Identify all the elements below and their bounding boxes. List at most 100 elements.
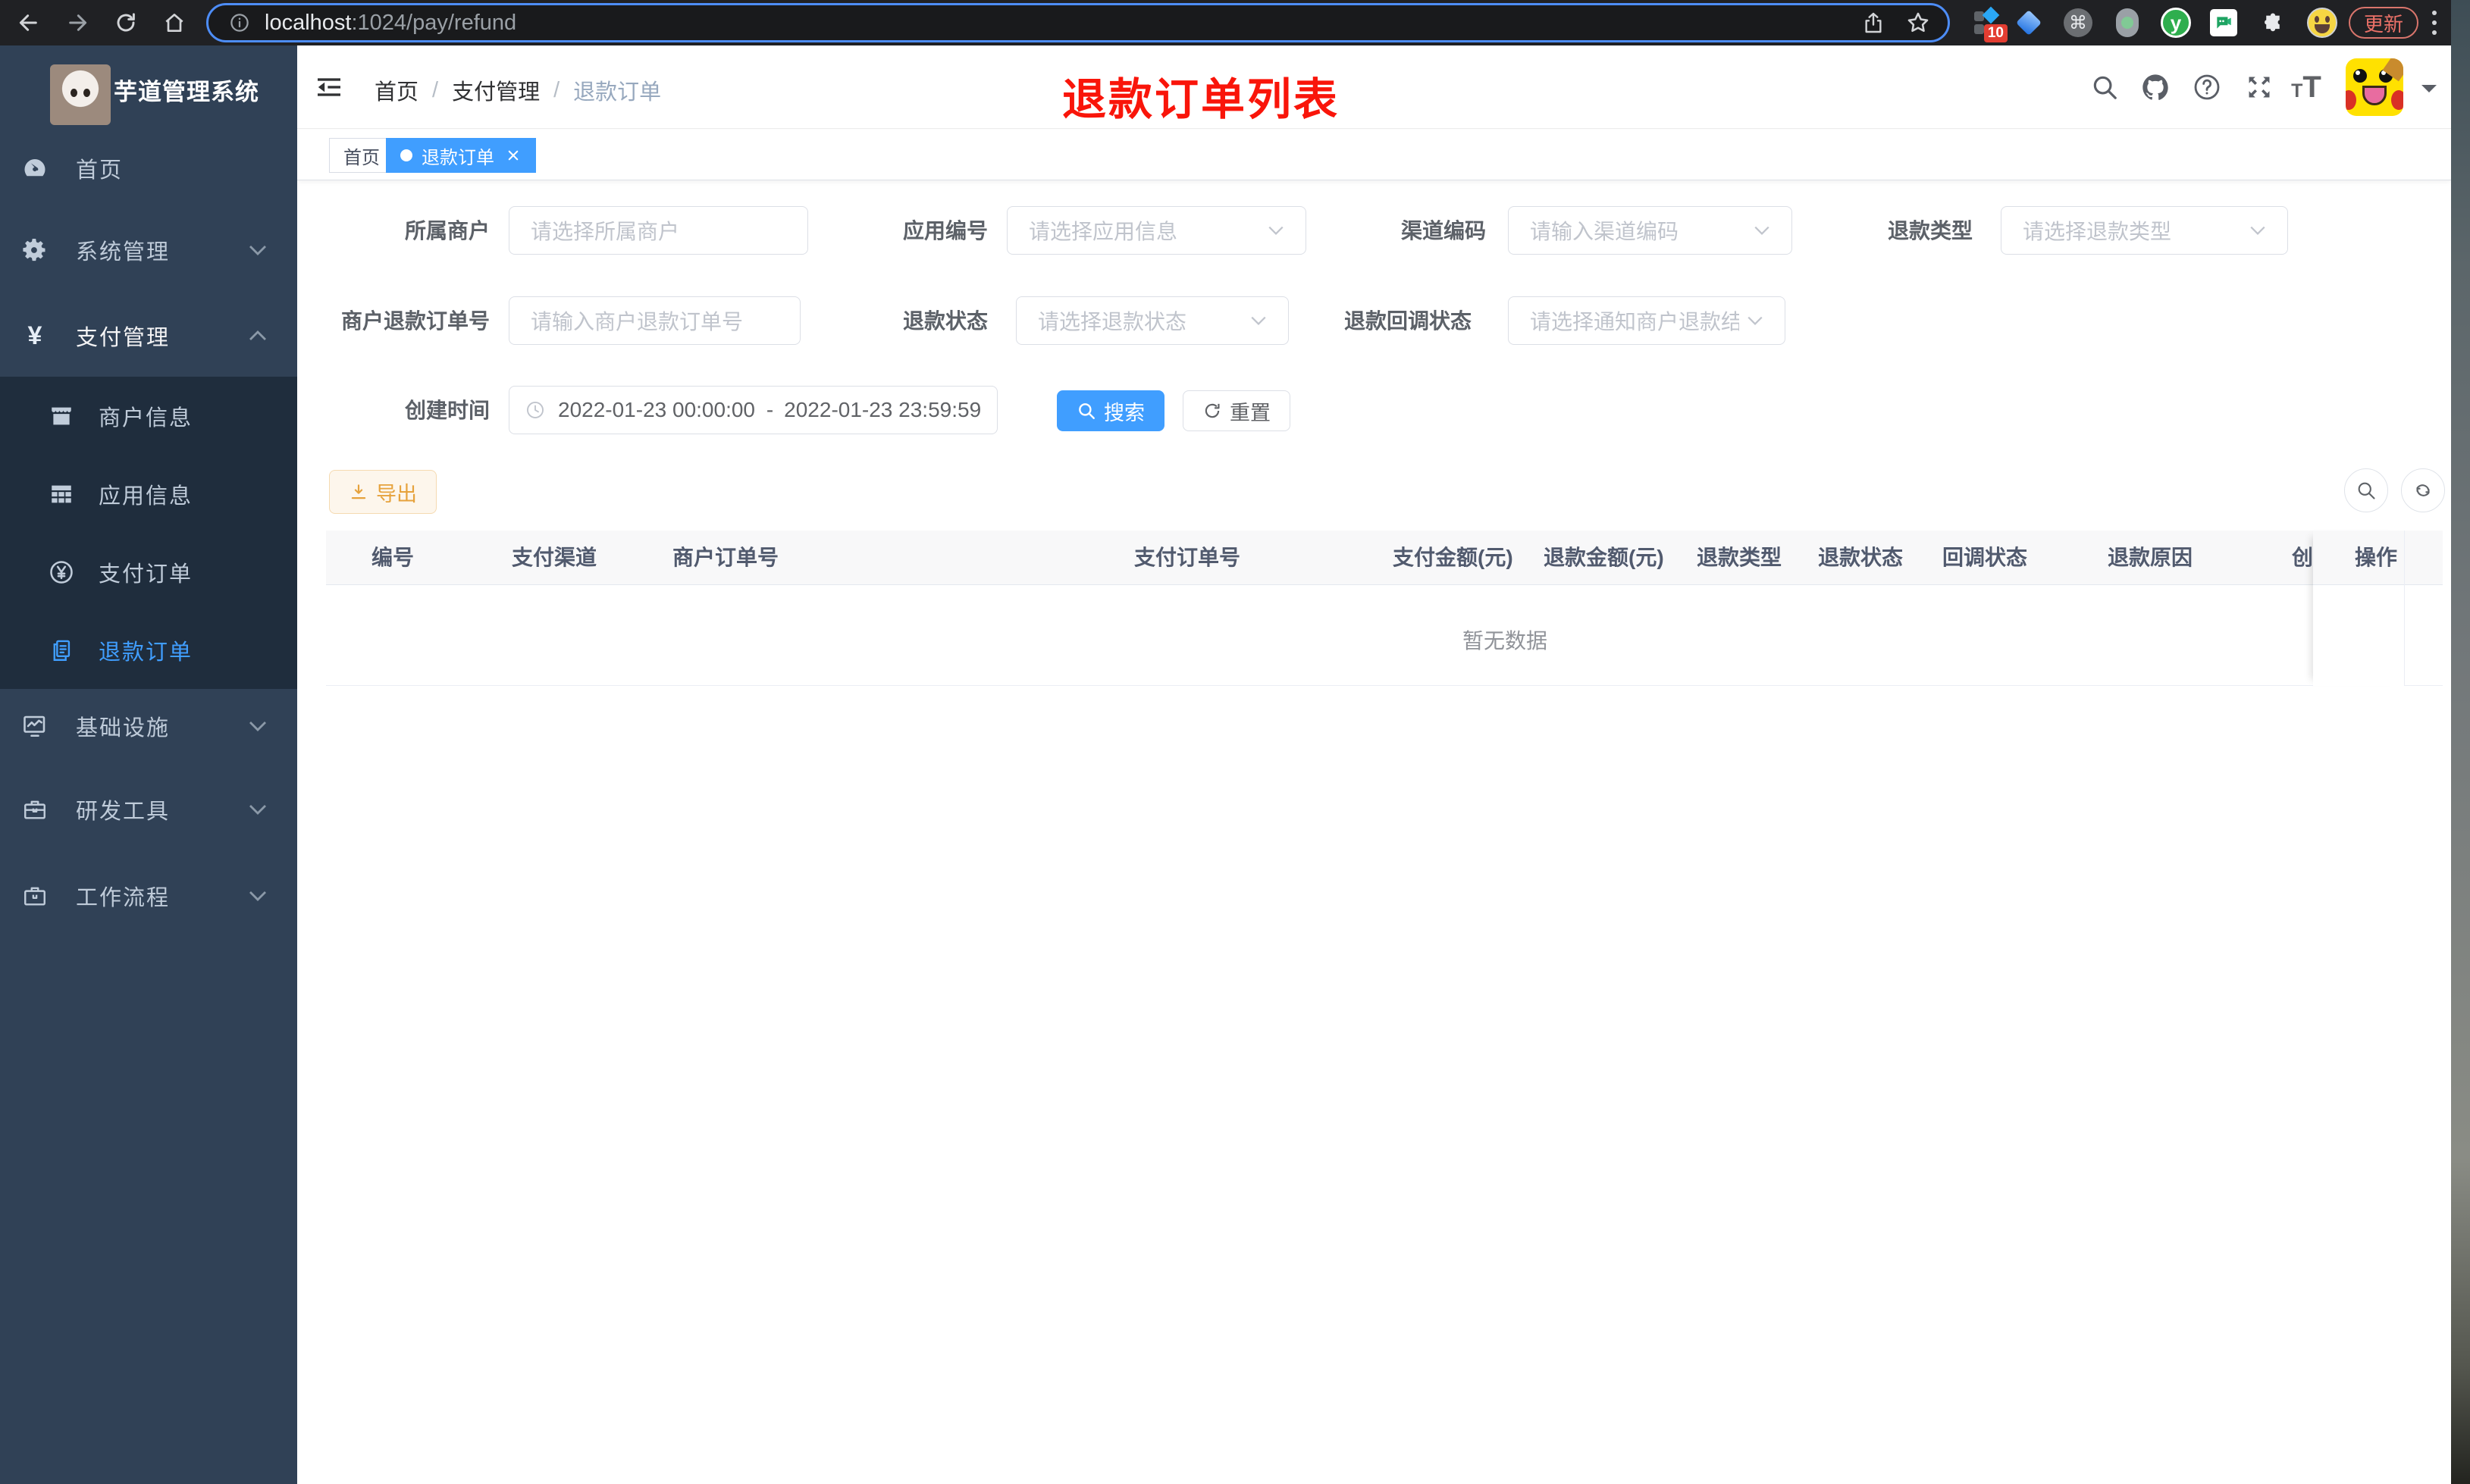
- column-header: 支付渠道: [512, 546, 597, 569]
- sidebar-fold-icon[interactable]: [314, 72, 344, 102]
- fullscreen-icon[interactable]: [2243, 70, 2276, 104]
- url-path: :1024/pay/refund: [351, 10, 517, 35]
- reset-button[interactable]: 重置: [1183, 390, 1290, 431]
- channel-select[interactable]: 请输入渠道编码: [1508, 206, 1792, 255]
- search-button-label: 搜索: [1104, 401, 1145, 424]
- chevron-down-icon: [249, 803, 267, 816]
- dashboard-icon: [20, 153, 50, 183]
- app-logo: [50, 64, 111, 125]
- sidebar-item-dev-tools[interactable]: 研发工具: [0, 770, 297, 849]
- sidebar-item-pay[interactable]: ¥ 支付管理: [0, 296, 297, 375]
- refresh-table-button[interactable]: [2401, 468, 2445, 512]
- chevron-up-icon: [249, 330, 267, 342]
- monitor-chart-icon: [20, 711, 50, 741]
- chevron-down-icon: [1754, 225, 1770, 236]
- notify-status-placeholder: 请选择通知商户退款结果的: [1530, 310, 1739, 333]
- font-size-icon[interactable]: TT: [2290, 70, 2323, 104]
- extension-kite-icon[interactable]: [2014, 8, 2044, 38]
- browser-reload-button[interactable]: [109, 6, 143, 39]
- chevron-down-icon: [1268, 225, 1284, 236]
- browser-back-button[interactable]: [12, 6, 45, 39]
- sidebar-item-home[interactable]: 首页: [0, 129, 297, 208]
- main-content: 所属商户 请选择所属商户 应用编号 请选择应用信息 渠道编码 请输入渠道编码 退…: [297, 180, 2451, 1484]
- share-icon[interactable]: [1861, 11, 1885, 35]
- extension-chat-icon[interactable]: [2208, 8, 2239, 38]
- column-header: 操作: [2355, 546, 2398, 569]
- search-icon[interactable]: [2088, 70, 2121, 104]
- grid-icon: [47, 480, 76, 509]
- tag-label: 首页: [343, 147, 380, 168]
- extension-command-icon[interactable]: ⌘: [2063, 8, 2093, 38]
- filter-label-app: 应用编号: [902, 219, 988, 243]
- export-button[interactable]: 导出: [329, 470, 437, 514]
- merchant-refund-no-input[interactable]: 请输入商户退款订单号: [509, 296, 801, 345]
- search-button[interactable]: 搜索: [1057, 390, 1164, 431]
- page-title-annotation: 退款订单列表: [1061, 75, 1340, 124]
- sidebar-item-system[interactable]: 系统管理: [0, 211, 297, 290]
- extension-emoji-icon[interactable]: [2307, 8, 2337, 38]
- date-range-start[interactable]: 2022-01-23 00:00:00: [558, 398, 756, 422]
- chevron-down-icon: [1747, 315, 1763, 326]
- extension-puzzle-icon[interactable]: [2258, 8, 2288, 38]
- merchant-refund-no-placeholder: 请输入商户退款订单号: [531, 310, 744, 333]
- close-icon[interactable]: [505, 147, 522, 164]
- download-icon: [351, 484, 366, 499]
- sidebar-item-infra[interactable]: 基础设施: [0, 687, 297, 765]
- reset-button-label: 重置: [1230, 401, 1271, 424]
- tag-refund-order[interactable]: 退款订单: [386, 138, 536, 173]
- extension-green-dot-icon[interactable]: [2112, 8, 2142, 38]
- github-icon[interactable]: [2139, 70, 2172, 104]
- filter-label-merchant: 所属商户: [404, 219, 490, 243]
- sidebar-item-label: 系统管理: [76, 240, 171, 265]
- merchant-placeholder: 请选择所属商户: [531, 220, 680, 243]
- active-dot: [400, 149, 412, 161]
- window-edge-scrollbar[interactable]: [2451, 0, 2470, 1484]
- sidebar-item-workflow[interactable]: 工作流程: [0, 856, 297, 935]
- sidebar-item-label: 退款订单: [99, 640, 193, 665]
- reload-icon: [117, 13, 135, 32]
- browser-forward-button[interactable]: [61, 6, 94, 39]
- chevron-down-icon: [1250, 315, 1267, 326]
- sidebar-item-merchant-info[interactable]: 商户信息: [0, 377, 297, 455]
- breadcrumb-item[interactable]: 首页: [375, 74, 418, 106]
- refund-type-select[interactable]: 请选择退款类型: [2001, 206, 2288, 255]
- browser-update-button[interactable]: 更新: [2349, 7, 2418, 39]
- notify-status-select[interactable]: 请选择通知商户退款结果的: [1508, 296, 1785, 345]
- breadcrumb-item[interactable]: 支付管理: [452, 74, 540, 106]
- column-header: 退款原因: [2108, 546, 2193, 569]
- table-gutter-divider: [2404, 531, 2405, 686]
- extension-blocks-icon[interactable]: 10: [1971, 6, 2008, 42]
- channel-placeholder: 请输入渠道编码: [1530, 220, 1679, 243]
- filter-label-refund-status: 退款状态: [902, 309, 988, 333]
- filter-label-create-time: 创建时间: [404, 399, 490, 422]
- sidebar-item-refund-order[interactable]: 退款订单: [0, 611, 297, 689]
- column-header: 退款金额(元): [1544, 546, 1664, 569]
- app-select[interactable]: 请选择应用信息: [1007, 206, 1306, 255]
- page-info-icon[interactable]: [228, 11, 251, 34]
- help-icon[interactable]: [2190, 70, 2224, 104]
- sidebar-item-app-info[interactable]: 应用信息: [0, 455, 297, 533]
- yen-circle-icon: [47, 558, 76, 587]
- home-icon: [165, 14, 183, 32]
- sidebar-item-label: 首页: [76, 158, 124, 183]
- extension-y-icon[interactable]: y: [2161, 8, 2191, 38]
- create-time-range-picker[interactable]: 2022-01-23 00:00:00 - 2022-01-23 23:59:5…: [509, 386, 998, 434]
- refund-status-placeholder: 请选择退款状态: [1038, 310, 1187, 333]
- refund-status-select[interactable]: 请选择退款状态: [1016, 296, 1289, 345]
- top-navbar: 首页 / 支付管理 / 退款订单 退款订单列表 TT: [297, 45, 2451, 129]
- bookmark-star-icon[interactable]: [1905, 10, 1931, 36]
- tag-home[interactable]: 首页: [329, 138, 394, 173]
- browser-home-button[interactable]: [158, 6, 191, 39]
- filter-label-refund-type: 退款类型: [1887, 219, 1973, 243]
- show-search-toggle-button[interactable]: [2344, 468, 2388, 512]
- url-bar[interactable]: localhost:1024/pay/refund: [206, 3, 1950, 42]
- sidebar-submenu-pay: 商户信息 应用信息 支付订单 退款订单: [0, 377, 297, 689]
- avatar-caret-icon[interactable]: [2421, 85, 2437, 100]
- browser-menu-icon[interactable]: [2432, 11, 2438, 35]
- column-header: 回调状态: [1942, 546, 2028, 569]
- merchant-select[interactable]: 请选择所属商户: [509, 206, 808, 255]
- sidebar-item-pay-order[interactable]: 支付订单: [0, 533, 297, 611]
- date-range-end[interactable]: 2022-01-23 23:59:59: [784, 398, 982, 422]
- sidebar-item-label: 基础设施: [76, 716, 171, 740]
- avatar[interactable]: [2346, 58, 2403, 116]
